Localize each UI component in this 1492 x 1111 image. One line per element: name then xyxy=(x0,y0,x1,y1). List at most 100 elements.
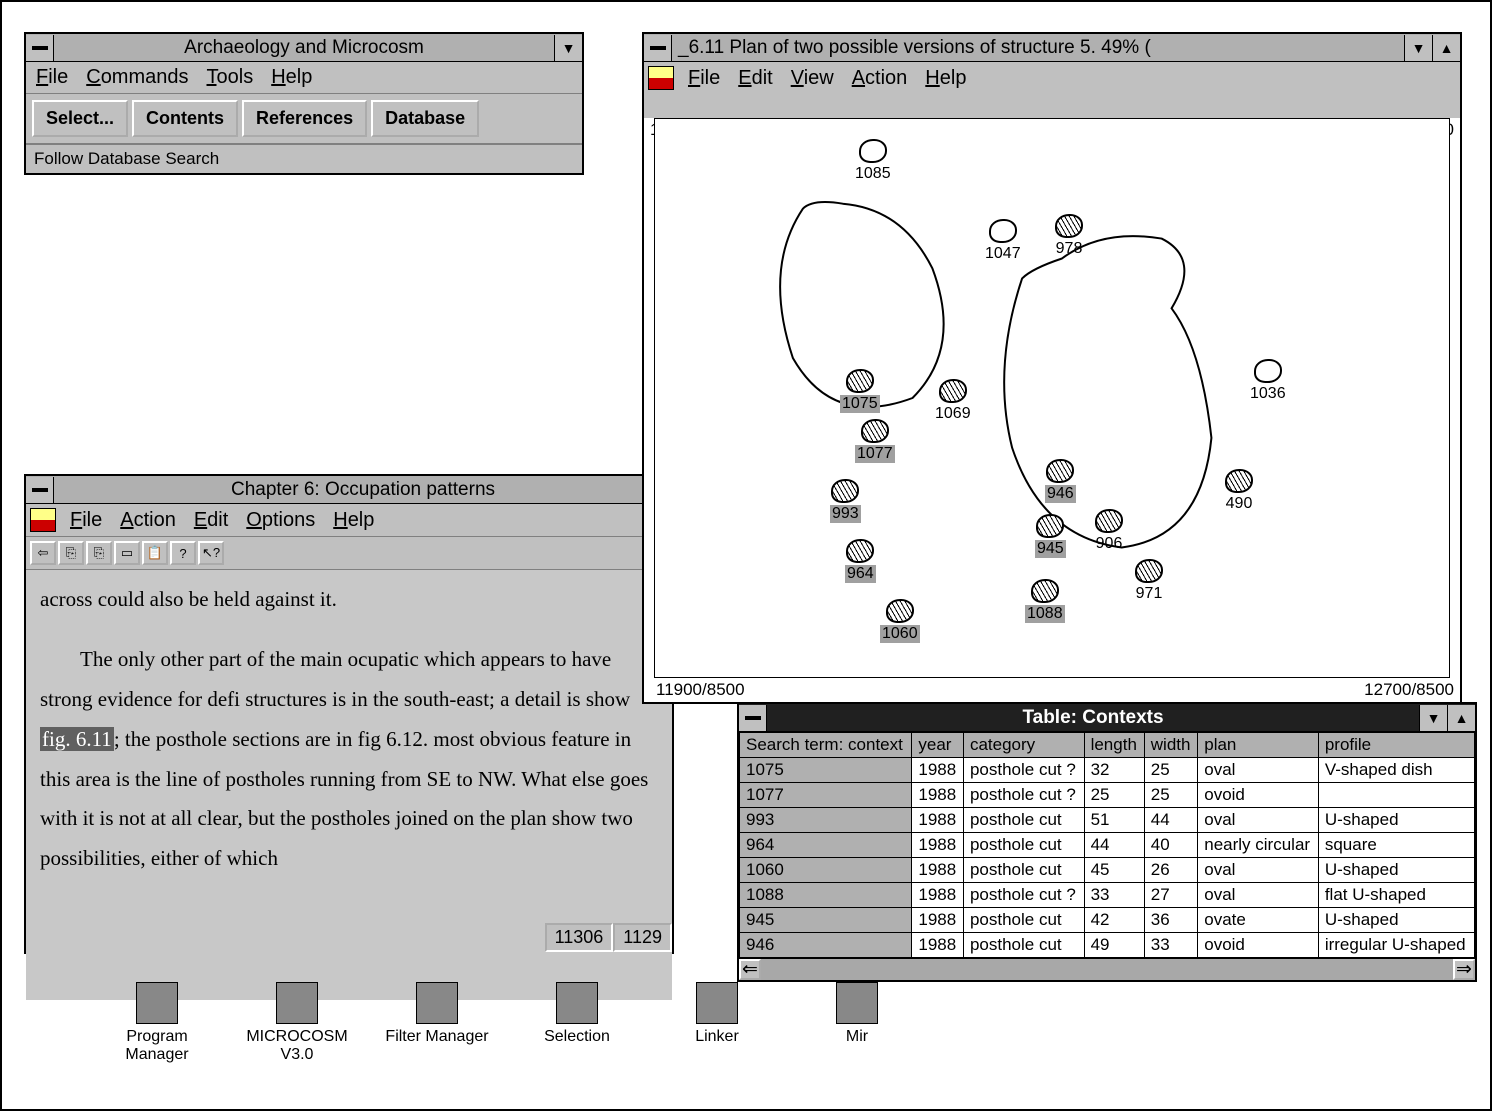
titlebar[interactable]: Chapter 6: Occupation patterns xyxy=(26,476,672,504)
posthole-marker xyxy=(846,539,874,563)
table-row[interactable]: 10751988posthole cut ?3225ovalV-shaped d… xyxy=(740,758,1475,783)
column-header[interactable]: profile xyxy=(1318,733,1474,758)
table-cell: 49 xyxy=(1084,933,1144,958)
column-header[interactable]: width xyxy=(1144,733,1197,758)
database-button[interactable]: Database xyxy=(371,100,479,137)
menu-file[interactable]: File xyxy=(36,66,68,89)
posthole-1060[interactable]: 1060 xyxy=(880,599,920,643)
back-icon[interactable]: ⇦ xyxy=(30,541,56,565)
column-header[interactable]: Search term: context xyxy=(740,733,912,758)
minimize-button[interactable]: ▼ xyxy=(1419,705,1447,731)
titlebar[interactable]: Table: Contexts ▼ ▲ xyxy=(739,704,1475,732)
titlebar[interactable]: Archaeology and Microcosm ▼ xyxy=(26,34,582,62)
menu-edit[interactable]: Edit xyxy=(738,67,772,90)
table-row[interactable]: 9461988posthole cut4933ovoidirregular U-… xyxy=(740,933,1475,958)
menu-tools[interactable]: Tools xyxy=(207,66,254,89)
copy2-icon[interactable]: ⎘ xyxy=(86,541,112,565)
contexts-table[interactable]: Search term: contextyearcategorylengthwi… xyxy=(739,732,1475,958)
menubar: File Commands Tools Help xyxy=(26,62,582,94)
posthole-945[interactable]: 945 xyxy=(1035,514,1066,558)
table-cell: 33 xyxy=(1084,883,1144,908)
desktop-icon[interactable]: MICROCOSM V3.0 xyxy=(242,982,352,1064)
menu-help[interactable]: Help xyxy=(271,66,312,89)
menu-help[interactable]: Help xyxy=(925,67,966,90)
coord-bottom-right: 12700/8500 xyxy=(1364,680,1454,700)
select-button[interactable]: Select... xyxy=(32,100,128,137)
icon-label: Linker xyxy=(695,1028,739,1046)
posthole-490[interactable]: 490 xyxy=(1225,469,1253,513)
desktop-icon[interactable]: Selection xyxy=(522,982,632,1064)
posthole-1077[interactable]: 1077 xyxy=(855,419,895,463)
table-row[interactable]: 9451988posthole cut4236ovateU-shaped xyxy=(740,908,1475,933)
desktop-icon[interactable]: Linker xyxy=(662,982,772,1064)
column-header[interactable]: category xyxy=(963,733,1084,758)
scroll-right-icon[interactable]: ⇒ xyxy=(1453,959,1475,980)
maximize-button[interactable]: ▲ xyxy=(1447,705,1475,731)
menu-file[interactable]: File xyxy=(70,509,102,532)
table-cell: posthole cut xyxy=(963,808,1084,833)
menu-edit[interactable]: Edit xyxy=(194,509,228,532)
window-title: Table: Contexts xyxy=(767,705,1419,731)
menu-view[interactable]: View xyxy=(791,67,834,90)
horizontal-scrollbar[interactable]: ⇐ ⇒ xyxy=(739,958,1475,980)
posthole-906[interactable]: 906 xyxy=(1095,509,1123,553)
references-button[interactable]: References xyxy=(242,100,367,137)
table-row[interactable]: 9641988posthole cut4440nearly circularsq… xyxy=(740,833,1475,858)
contents-button[interactable]: Contents xyxy=(132,100,238,137)
posthole-1047[interactable]: 1047 xyxy=(985,219,1021,263)
table-cell: posthole cut xyxy=(963,833,1084,858)
column-header[interactable]: plan xyxy=(1198,733,1319,758)
table-cell: 45 xyxy=(1084,858,1144,883)
table-row[interactable]: 10601988posthole cut4526ovalU-shaped xyxy=(740,858,1475,883)
desktop-icon[interactable]: Filter Manager xyxy=(382,982,492,1064)
menubar: File Edit View Action Help xyxy=(678,63,1460,94)
posthole-971[interactable]: 971 xyxy=(1135,559,1163,603)
minimize-button[interactable]: ▼ xyxy=(1404,35,1432,61)
system-menu-icon[interactable] xyxy=(26,477,54,503)
menu-options[interactable]: Options xyxy=(246,509,315,532)
help-icon[interactable]: ? xyxy=(170,541,196,565)
system-menu-icon[interactable] xyxy=(26,35,54,61)
titlebar[interactable]: _6.11 Plan of two possible versions of s… xyxy=(644,34,1460,62)
posthole-993[interactable]: 993 xyxy=(830,479,861,523)
posthole-1088[interactable]: 1088 xyxy=(1025,579,1065,623)
figure-link[interactable]: fig. 6.11 xyxy=(40,727,114,751)
table-row[interactable]: 10771988posthole cut ?2525ovoid xyxy=(740,783,1475,808)
open-icon[interactable]: ▭ xyxy=(114,541,140,565)
menu-help[interactable]: Help xyxy=(333,509,374,532)
copy-icon[interactable]: ⎘ xyxy=(58,541,84,565)
menu-action[interactable]: Action xyxy=(120,509,176,532)
system-menu-icon[interactable] xyxy=(739,705,767,731)
posthole-1069[interactable]: 1069 xyxy=(935,379,971,423)
posthole-1075[interactable]: 1075 xyxy=(840,369,880,413)
menu-action[interactable]: Action xyxy=(852,67,908,90)
posthole-marker xyxy=(1135,559,1163,583)
posthole-1085[interactable]: 1085 xyxy=(855,139,891,183)
column-header[interactable]: year xyxy=(912,733,964,758)
desktop-icon[interactable]: Program Manager xyxy=(102,982,212,1064)
menu-file[interactable]: File xyxy=(688,67,720,90)
paste-icon[interactable]: 📋 xyxy=(142,541,168,565)
document-icon xyxy=(648,66,674,90)
table-row[interactable]: 9931988posthole cut5144ovalU-shaped xyxy=(740,808,1475,833)
posthole-marker xyxy=(1225,469,1253,493)
minimize-button[interactable]: ▼ xyxy=(554,35,582,61)
scroll-left-icon[interactable]: ⇐ xyxy=(739,959,761,980)
scroll-track[interactable] xyxy=(761,959,1453,980)
system-menu-icon[interactable] xyxy=(644,35,672,61)
posthole-1036[interactable]: 1036 xyxy=(1250,359,1286,403)
maximize-button[interactable]: ▲ xyxy=(1432,35,1460,61)
whatsthis-icon[interactable]: ↖? xyxy=(198,541,224,565)
toolbar: Select... Contents References Database xyxy=(26,94,582,144)
plan-canvas[interactable]: 1085 1047 978 1036 1075 1069 1077 993 946 490 964 9… xyxy=(654,118,1450,678)
table-cell: flat U-shaped xyxy=(1318,883,1474,908)
posthole-946[interactable]: 946 xyxy=(1045,459,1076,503)
posthole-978[interactable]: 978 xyxy=(1055,214,1083,258)
menu-commands[interactable]: Commands xyxy=(86,66,188,89)
posthole-964[interactable]: 964 xyxy=(845,539,876,583)
table-row[interactable]: 10881988posthole cut ?3327ovalflat U-sha… xyxy=(740,883,1475,908)
column-header[interactable]: length xyxy=(1084,733,1144,758)
table-cell: oval xyxy=(1198,883,1319,908)
posthole-marker xyxy=(1046,459,1074,483)
desktop-icon[interactable]: Mir xyxy=(802,982,912,1064)
